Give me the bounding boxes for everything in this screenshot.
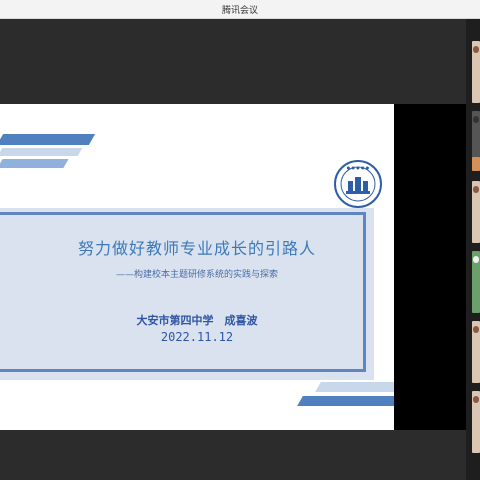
slide-subtitle: ——构建校本主题研修系统的实践与探索 — [115, 270, 278, 280]
participant-video-thumbnail[interactable] — [472, 391, 480, 453]
slide-title: 努力做好教师专业成长的引路人 — [77, 239, 316, 258]
participant-video-thumbnail[interactable] — [472, 321, 480, 383]
decorative-bar — [0, 134, 96, 145]
presentation-slide: ● ● ● ● ● 努力做好教师专业成长的引路人 ——构建校本主题研修系统的实践… — [0, 104, 394, 430]
window-titlebar: 腾讯会议 — [0, 0, 480, 19]
svg-text:● ● ● ● ●: ● ● ● ● ● — [347, 165, 370, 170]
decorative-bar — [0, 159, 69, 168]
participant-video-thumbnail[interactable] — [472, 251, 480, 313]
decorative-bar — [0, 148, 83, 156]
slide-author: 大安市第四中学 成喜波 — [136, 314, 258, 327]
window-title: 腾讯会议 — [221, 5, 258, 16]
school-seal-icon: ● ● ● ● ● — [334, 160, 382, 208]
screen-share-black-region — [394, 104, 466, 430]
participant-video-list[interactable] — [466, 19, 480, 480]
participant-video-thumbnail[interactable] — [472, 41, 480, 103]
decorative-bar — [315, 382, 394, 392]
shared-screen-area: ● ● ● ● ● 努力做好教师专业成长的引路人 ——构建校本主题研修系统的实践… — [0, 19, 466, 480]
decorative-bar — [297, 396, 394, 406]
slide-date: 2022.11.12 — [160, 330, 234, 344]
participant-video-thumbnail[interactable] — [472, 157, 480, 171]
participant-video-thumbnail[interactable] — [472, 181, 480, 243]
